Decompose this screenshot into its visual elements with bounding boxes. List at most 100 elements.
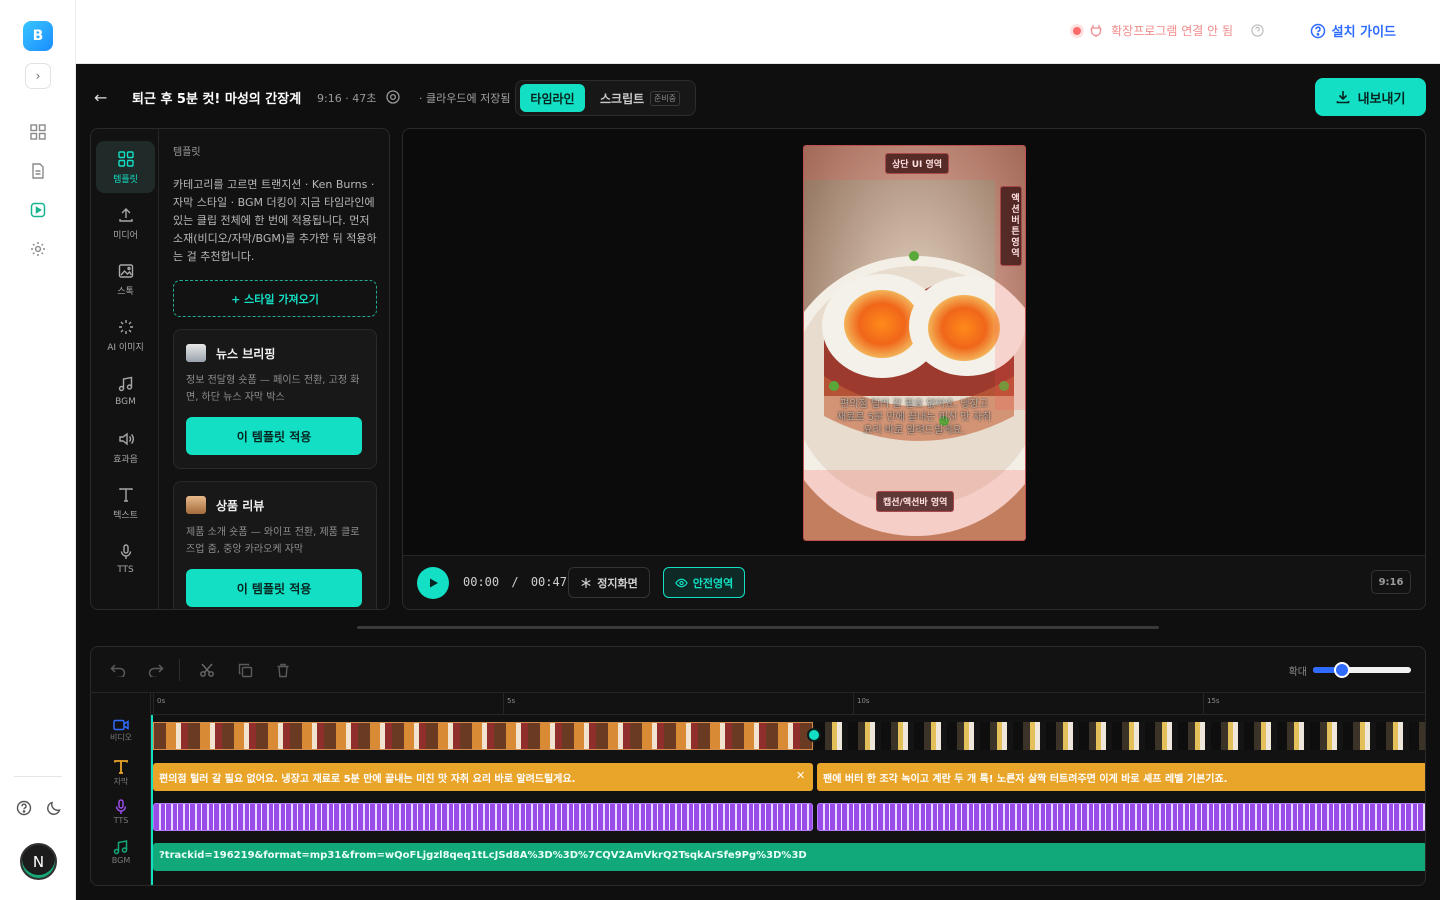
video-preview[interactable]: 상단 UI 영역 액션버튼영역 편의점 털러 갈 필요 없어요. 냉장고 재료로… (803, 145, 1026, 541)
track-label-video: 비디오 (91, 719, 151, 743)
snowflake-icon (581, 577, 591, 588)
track-label-tts: TTS (91, 799, 151, 825)
dark-mode-icon[interactable] (44, 798, 64, 818)
video-clip[interactable] (153, 722, 813, 750)
track-label-text: TTS (113, 816, 129, 825)
track-label-text: 자막 (113, 777, 129, 786)
project-title[interactable]: 퇴근 후 5분 컷! 마성의 간장계란밥 (132, 88, 302, 107)
rail-divider (14, 776, 62, 777)
template-icon (117, 150, 134, 167)
tts-clip[interactable] (817, 803, 1425, 831)
safe-label-right: 액션버튼영역 (1000, 186, 1022, 266)
music-icon (113, 840, 128, 855)
video-editor-icon[interactable] (28, 200, 48, 220)
text-icon (118, 487, 133, 502)
cut-icon[interactable] (192, 656, 222, 684)
zoom-slider-handle[interactable] (1334, 662, 1351, 678)
freeze-frame-button[interactable]: 정지화면 (568, 567, 650, 598)
track-label-text: BGM (111, 856, 131, 865)
apply-template-button[interactable]: 이 템플릿 적용 (186, 417, 362, 455)
template-title: 상품 리뷰 (216, 498, 265, 513)
sidetab-tts[interactable]: TTS (96, 533, 155, 585)
undo-icon[interactable] (103, 656, 133, 684)
sidetab-ai-image[interactable]: AI 이미지 (96, 309, 155, 361)
newspaper-icon (186, 344, 206, 362)
track-label-bgm: BGM (91, 839, 151, 865)
mic-icon (115, 799, 127, 814)
delete-icon[interactable] (268, 656, 298, 684)
sidetab-label: 효과음 (113, 454, 138, 465)
bgm-clip[interactable]: ?trackid=196219&format=mp31&from=wQoFLjg… (153, 843, 1425, 871)
tab-timeline[interactable]: 타임라인 (520, 84, 585, 112)
subtitle-overlay: 편의점 털러 갈 필요 없어요. 냉장고 재료로 5분 만에 끝내는 미친 맛 … (836, 399, 992, 436)
close-icon[interactable]: ✕ (796, 769, 805, 782)
sidetab-sfx[interactable]: 효과음 (96, 421, 155, 473)
transition-icon[interactable] (807, 728, 821, 742)
ruler-tick: 5s (503, 693, 515, 715)
sidetab-text[interactable]: 텍스트 (96, 477, 155, 529)
track-labels: 비디오 자막 TTS BGM (91, 693, 151, 885)
app-logo[interactable]: B (23, 21, 53, 51)
play-button[interactable] (417, 567, 449, 599)
install-guide-label: 설치 가이드 (1331, 25, 1396, 40)
tab-script[interactable]: 스크립트 (600, 90, 644, 107)
save-status: · 클라우드에 저장됨 (419, 92, 511, 105)
sidetab-label: AI 이미지 (107, 342, 144, 353)
download-icon (1336, 91, 1349, 104)
video-clip[interactable] (815, 722, 1425, 750)
duplicate-icon[interactable] (230, 656, 260, 684)
sidetab-media[interactable]: 미디어 (96, 197, 155, 249)
help-icon[interactable] (14, 798, 34, 818)
time-ruler[interactable]: 0s 5s 10s 15s (151, 693, 1425, 715)
subtitle-clip[interactable]: 팬에 버터 한 조각 녹이고 계란 두 개 톡! 노른자 살짝 터트려주면 이게… (817, 763, 1425, 791)
info-icon[interactable] (1251, 24, 1264, 37)
track-area[interactable]: 0s 5s 10s 15s 편의점 털러 갈 필요 없어요. 냉장고 재료로 5… (151, 693, 1425, 885)
project-settings-icon[interactable] (385, 89, 401, 105)
timeline-toolbar: 확대 (91, 647, 1425, 693)
settings-icon[interactable] (28, 239, 48, 259)
expand-rail-button[interactable]: › (25, 63, 51, 89)
plug-icon (1090, 24, 1102, 37)
template-card: 뉴스 브리핑 정보 전달형 숏폼 — 페이드 전환, 고정 화면, 하단 뉴스 … (173, 329, 377, 469)
section-label: 템플릿 (173, 147, 201, 158)
dashboard-icon[interactable] (28, 122, 48, 142)
template-list: 템플릿 카테고리를 고르면 트랜지션 · Ken Burns · 자막 스타일 … (173, 143, 377, 609)
speaker-icon (118, 432, 134, 445)
redo-icon[interactable] (141, 656, 171, 684)
sparkle-icon (118, 319, 133, 334)
user-avatar[interactable]: N (20, 843, 57, 880)
sidetab-label: 템플릿 (113, 174, 138, 185)
aspect-ratio-badge[interactable]: 9:16 (1371, 570, 1411, 594)
text-icon (114, 760, 128, 774)
zoom-label: 확대 (1288, 667, 1307, 678)
sidetab-template[interactable]: 템플릿 (96, 141, 155, 193)
export-button[interactable]: 내보내기 (1315, 78, 1426, 116)
zoom-slider[interactable] (1313, 662, 1411, 678)
sidetab-label: BGM (115, 397, 136, 407)
view-tabs: 타임라인 스크립트 준비중 (515, 80, 696, 116)
app-rail: B › N (0, 0, 76, 900)
template-card: 상품 리뷰 제품 소개 숏폼 — 와이프 전환, 제품 클로즈업 줌, 중앙 카… (173, 481, 377, 609)
sidetab-bgm[interactable]: BGM (96, 365, 155, 417)
panel-resize-handle[interactable] (357, 626, 1159, 629)
time-display: 00:00 / 00:47 (463, 575, 567, 589)
export-label: 내보내기 (1357, 91, 1406, 107)
mic-icon (120, 544, 131, 559)
playhead[interactable] (151, 715, 153, 885)
preview-area: 상단 UI 영역 액션버튼영역 편의점 털러 갈 필요 없어요. 냉장고 재료로… (402, 128, 1426, 610)
safe-area-toggle[interactable]: 안전영역 (663, 567, 745, 598)
panel-tabs: 템플릿 미디어 스톡 AI 이미지 BGM 효과음 텍스트 TTS (91, 129, 159, 609)
playback-controls: 00:00 / 00:47 정지화면 안전영역 9:16 (403, 555, 1425, 609)
sidetab-stock[interactable]: 스톡 (96, 253, 155, 305)
install-guide-link[interactable]: 설치 가이드 (1310, 21, 1396, 40)
document-icon[interactable] (28, 161, 48, 181)
import-style-button[interactable]: + 스타일 가져오기 (173, 280, 377, 317)
ruler-tick: 0s (153, 693, 165, 715)
subtitle-clip[interactable]: 편의점 털러 갈 필요 없어요. 냉장고 재료로 5분 만에 끝내는 미친 맛 … (153, 763, 813, 791)
current-time: 00:00 (463, 575, 500, 589)
tts-clip[interactable] (153, 803, 813, 831)
asset-panel: 템플릿 미디어 스톡 AI 이미지 BGM 효과음 텍스트 TTS 템플릿 카테… (90, 128, 390, 610)
back-arrow-icon[interactable]: ← (94, 88, 107, 107)
apply-template-button[interactable]: 이 템플릿 적용 (186, 569, 362, 607)
sidetab-label: TTS (117, 565, 134, 575)
